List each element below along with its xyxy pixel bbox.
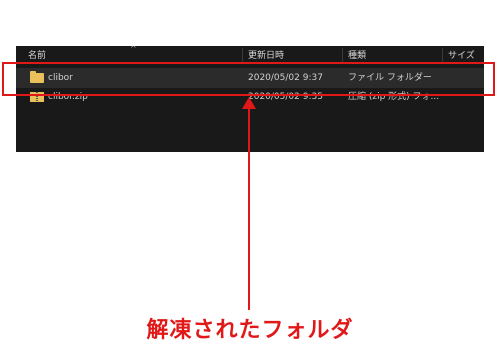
highlight-box	[2, 62, 495, 96]
sort-ascending-icon: ^	[130, 46, 137, 53]
arrow-line	[248, 104, 250, 310]
annotation-caption: 解凍されたフォルダ	[146, 318, 354, 343]
